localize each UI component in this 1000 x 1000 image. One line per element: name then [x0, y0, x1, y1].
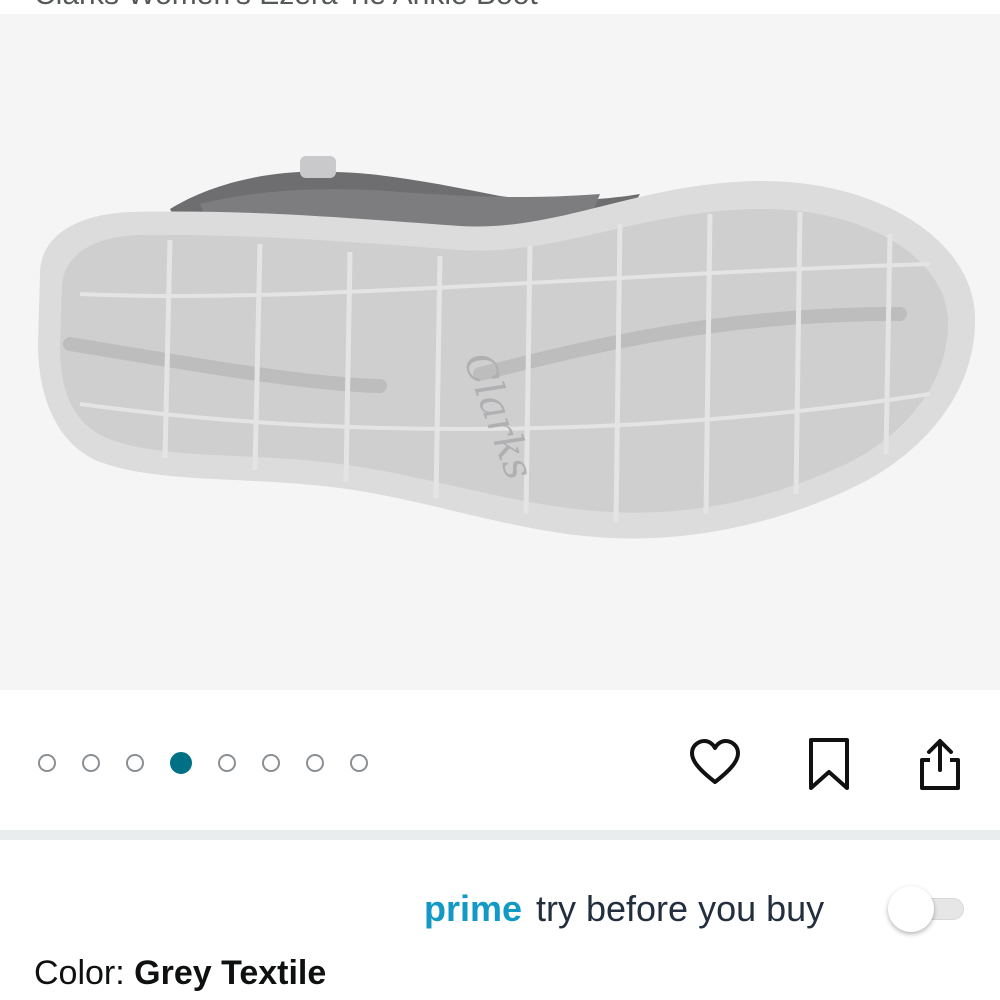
color-variation: Color: Grey Textile	[34, 954, 326, 993]
prime-try-toggle[interactable]	[888, 886, 968, 932]
heart-icon[interactable]	[689, 738, 741, 790]
carousel-dot[interactable]	[262, 754, 280, 772]
toggle-knob	[888, 886, 934, 932]
bookmark-icon[interactable]	[803, 738, 855, 790]
carousel-dot[interactable]	[306, 754, 324, 772]
carousel-dot[interactable]	[82, 754, 100, 772]
carousel-dot-active[interactable]	[170, 752, 192, 774]
prime-try-label: try before you buy	[536, 888, 825, 929]
prime-try-before-you-buy-row: prime try before you buy	[0, 840, 1000, 950]
carousel-dot[interactable]	[350, 754, 368, 772]
prime-logo-text: prime	[424, 888, 523, 929]
product-title-bar: Clarks Women's Ezera Tie Ankle Boot	[0, 0, 1000, 14]
product-title: Clarks Women's Ezera Tie Ankle Boot	[34, 0, 538, 12]
share-icon[interactable]	[914, 738, 966, 790]
shoe-sole-image: Clarks	[38, 156, 976, 539]
image-carousel-controls	[0, 690, 1000, 830]
color-value: Grey Textile	[134, 954, 327, 992]
carousel-dot[interactable]	[38, 754, 56, 772]
carousel-dot[interactable]	[126, 754, 144, 772]
section-divider	[0, 830, 1000, 840]
carousel-dots	[38, 752, 394, 774]
carousel-dot[interactable]	[218, 754, 236, 772]
product-image[interactable]: Clarks	[0, 14, 1000, 690]
color-label: Color:	[34, 954, 135, 992]
